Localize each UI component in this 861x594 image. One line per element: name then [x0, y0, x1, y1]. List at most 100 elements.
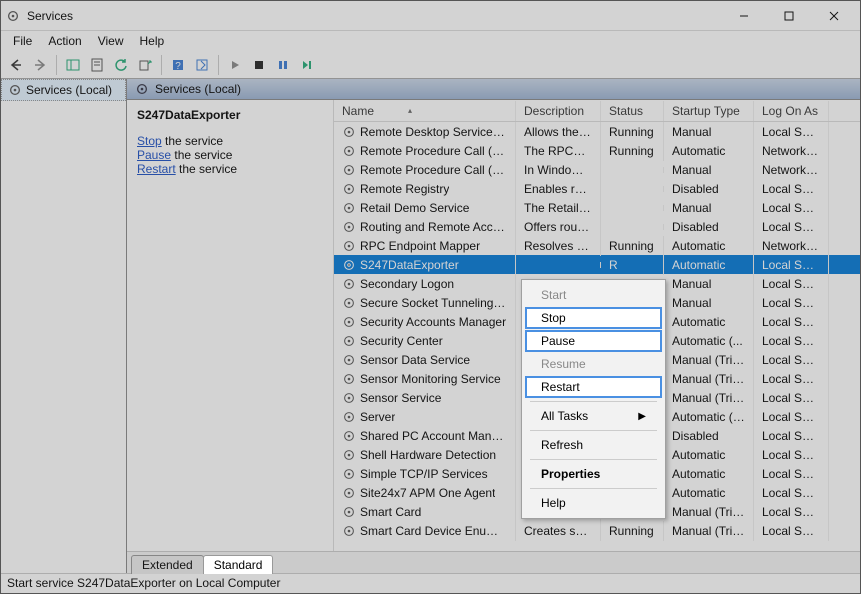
stop-link[interactable]: Stop	[137, 134, 162, 148]
cell-logon: Local Service	[754, 293, 829, 313]
pause-action-line: Pause the service	[137, 148, 323, 162]
cell-logon: Local Service	[754, 369, 829, 389]
pause-link[interactable]: Pause	[137, 148, 171, 162]
menu-view[interactable]: View	[90, 32, 132, 50]
service-row[interactable]: Remote Procedure Call (RPC)The RPCSS s..…	[334, 141, 860, 160]
export-button[interactable]	[134, 54, 156, 76]
col-startup[interactable]: Startup Type	[664, 101, 754, 121]
help-toolbar-button[interactable]: ?	[167, 54, 189, 76]
tab-standard[interactable]: Standard	[203, 555, 274, 574]
ctx-restart[interactable]: Restart	[525, 376, 662, 398]
cell-name: Smart Card	[334, 502, 516, 522]
menu-help[interactable]: Help	[132, 32, 173, 50]
service-row[interactable]: S247DataExporterRAutomaticLocal Syste...	[334, 255, 860, 274]
cell-startup: Automatic	[664, 464, 754, 484]
stop-service-button[interactable]	[248, 54, 270, 76]
forward-button[interactable]	[29, 54, 51, 76]
cell-description	[516, 262, 601, 268]
cell-description: Allows the r...	[516, 122, 601, 142]
start-service-button[interactable]	[224, 54, 246, 76]
cell-status	[601, 224, 664, 230]
menu-file[interactable]: File	[5, 32, 40, 50]
cell-startup: Manual (Trig...	[664, 369, 754, 389]
cell-logon: Local Syste...	[754, 407, 829, 427]
properties-toolbar-button[interactable]	[86, 54, 108, 76]
service-row[interactable]: Remote RegistryEnables rem...DisabledLoc…	[334, 179, 860, 198]
ctx-refresh[interactable]: Refresh	[525, 434, 662, 456]
column-headers: Name▴ Description Status Startup Type Lo…	[334, 100, 860, 122]
tree-root-services-local[interactable]: Services (Local)	[1, 79, 126, 101]
service-row[interactable]: Smart Card Device Enumera...Creates soft…	[334, 521, 860, 540]
cell-startup: Manual	[664, 198, 754, 218]
cell-logon: Local Syste...	[754, 350, 829, 370]
minimize-button[interactable]	[721, 2, 766, 30]
context-menu: Start Stop Pause Resume Restart All Task…	[521, 279, 666, 519]
service-row[interactable]: Remote Desktop Services U...Allows the r…	[334, 122, 860, 141]
view-tabs: Extended Standard	[127, 551, 860, 573]
submenu-arrow-icon: ▶	[638, 411, 646, 422]
col-logon[interactable]: Log On As	[754, 101, 829, 121]
cell-startup: Manual (Trig...	[664, 350, 754, 370]
cell-description: In Windows...	[516, 160, 601, 180]
content-area: S247DataExporter Stop the service Pause …	[127, 100, 860, 551]
cell-name: Remote Procedure Call (RP...	[334, 160, 516, 180]
cell-startup: Automatic	[664, 236, 754, 256]
cell-startup: Manual (Trig...	[664, 521, 754, 541]
cell-logon: Local Syste...	[754, 255, 829, 275]
menu-action[interactable]: Action	[40, 32, 89, 50]
col-status[interactable]: Status	[601, 101, 664, 121]
cell-logon: Local Syste...	[754, 198, 829, 218]
service-row[interactable]: Remote Procedure Call (RP...In Windows..…	[334, 160, 860, 179]
cell-name: Sensor Service	[334, 388, 516, 408]
cell-status	[601, 167, 664, 173]
ctx-start[interactable]: Start	[525, 284, 662, 306]
ctx-stop[interactable]: Stop	[525, 307, 662, 329]
cell-name: Site24x7 APM One Agent	[334, 483, 516, 503]
cell-name: Sensor Data Service	[334, 350, 516, 370]
cell-description: Enables rem...	[516, 179, 601, 199]
show-hide-tree-button[interactable]	[62, 54, 84, 76]
cell-startup: Automatic	[664, 445, 754, 465]
col-name[interactable]: Name▴	[334, 101, 516, 121]
pause-service-button[interactable]	[272, 54, 294, 76]
ctx-pause[interactable]: Pause	[525, 330, 662, 352]
close-button[interactable]	[811, 2, 856, 30]
cell-logon: Local Service	[754, 179, 829, 199]
maximize-button[interactable]	[766, 2, 811, 30]
service-row[interactable]: Routing and Remote AccessOffers routi...…	[334, 217, 860, 236]
cell-status: Running	[601, 141, 664, 161]
restart-service-button[interactable]	[296, 54, 318, 76]
cell-startup: Disabled	[664, 217, 754, 237]
cell-startup: Manual	[664, 160, 754, 180]
cell-logon: Local Syste...	[754, 274, 829, 294]
cell-status: R	[601, 255, 664, 275]
refresh-button[interactable]	[110, 54, 132, 76]
col-description[interactable]: Description	[516, 101, 601, 121]
cell-status: Running	[601, 236, 664, 256]
restart-link[interactable]: Restart	[137, 162, 176, 176]
service-detail-panel: S247DataExporter Stop the service Pause …	[127, 100, 333, 551]
cell-status: Running	[601, 122, 664, 142]
ctx-help[interactable]: Help	[525, 492, 662, 514]
cell-status	[601, 205, 664, 211]
ctx-all-tasks[interactable]: All Tasks ▶	[525, 405, 662, 427]
cell-startup: Automatic (...	[664, 331, 754, 351]
tab-extended[interactable]: Extended	[131, 555, 204, 574]
cell-name: S247DataExporter	[334, 255, 516, 275]
main-body: Services (Local) Services (Local) S247Da…	[1, 79, 860, 573]
service-row[interactable]: RPC Endpoint MapperResolves RP...Running…	[334, 236, 860, 255]
cell-startup: Manual	[664, 274, 754, 294]
back-button[interactable]	[5, 54, 27, 76]
cell-name: Sensor Monitoring Service	[334, 369, 516, 389]
ctx-properties[interactable]: Properties	[525, 463, 662, 485]
help-alt-button[interactable]	[191, 54, 213, 76]
cell-logon: Local Syste...	[754, 388, 829, 408]
cell-name: Server	[334, 407, 516, 427]
stop-action-line: Stop the service	[137, 134, 323, 148]
cell-name: Remote Procedure Call (RPC)	[334, 141, 516, 161]
service-row[interactable]: Retail Demo ServiceThe Retail D...Manual…	[334, 198, 860, 217]
ctx-sep-4	[530, 488, 657, 489]
ctx-resume[interactable]: Resume	[525, 353, 662, 375]
ctx-sep-3	[530, 459, 657, 460]
cell-logon: Local Syste...	[754, 483, 829, 503]
